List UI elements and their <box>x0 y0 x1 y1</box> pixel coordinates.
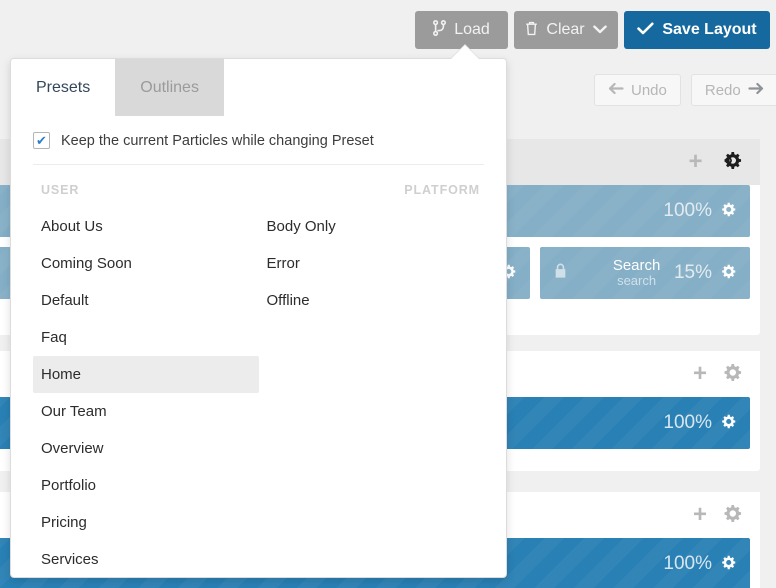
block-size-label: 100% <box>663 553 712 574</box>
presets-columns: USER About Us Coming Soon Default Faq Ho… <box>11 165 506 577</box>
keep-particles-label: Keep the current Particles while changin… <box>61 132 374 149</box>
tab-outlines-label: Outlines <box>140 78 199 96</box>
preset-item-label: Our Team <box>41 403 107 420</box>
presets-column-user: USER About Us Coming Soon Default Faq Ho… <box>33 165 259 577</box>
preset-item-error[interactable]: Error <box>259 245 485 282</box>
preset-item-pricing[interactable]: Pricing <box>33 504 259 541</box>
clear-button[interactable]: Clear <box>514 11 618 49</box>
block-label-group: Search search <box>613 257 661 289</box>
gear-icon[interactable] <box>723 363 742 386</box>
preset-item-overview[interactable]: Overview <box>33 430 259 467</box>
history-controls: Undo Redo <box>594 74 776 106</box>
gear-icon[interactable] <box>721 414 736 433</box>
preset-item-coming-soon[interactable]: Coming Soon <box>33 245 259 282</box>
block-controls: 15% <box>674 262 736 284</box>
preset-item-label: Body Only <box>266 218 336 235</box>
tab-presets[interactable]: Presets <box>11 59 116 116</box>
preset-item-offline[interactable]: Offline <box>259 282 485 319</box>
preset-item-label: Pricing <box>41 514 87 531</box>
redo-button[interactable]: Redo <box>690 74 776 106</box>
save-layout-button[interactable]: Save Layout <box>624 11 770 49</box>
arrow-right-icon <box>748 82 764 98</box>
section-header-icons: + <box>693 362 742 386</box>
plus-icon[interactable]: + <box>693 362 707 386</box>
preset-item-label: Offline <box>266 292 310 309</box>
preset-item-services[interactable]: Services <box>33 541 259 577</box>
preset-item-default[interactable]: Default <box>33 282 259 319</box>
block-controls: 100% <box>663 553 736 575</box>
plus-icon[interactable]: + <box>693 503 707 527</box>
lock-icon <box>554 263 567 284</box>
section-header-icons: + <box>689 150 742 174</box>
chevron-down-icon <box>592 22 607 38</box>
preset-item-label: Overview <box>41 440 104 457</box>
keep-particles-checkbox[interactable]: ✔ <box>33 132 50 149</box>
keep-particles-row[interactable]: ✔ Keep the current Particles while chang… <box>11 116 506 164</box>
column-heading-platform: PLATFORM <box>404 183 480 197</box>
block-size-label: 15% <box>673 262 712 283</box>
block-size-label: 100% <box>663 200 712 221</box>
presets-column-platform: PLATFORM Body Only Error Offline <box>259 165 485 577</box>
arrow-left-icon <box>608 82 624 98</box>
check-icon <box>637 22 654 39</box>
section-header-icons: + <box>693 503 742 527</box>
preset-item-label: Portfolio <box>41 477 97 494</box>
block-controls: 100% <box>663 412 736 434</box>
preset-item-label: About Us <box>41 218 103 235</box>
block-controls: 100% <box>663 200 736 222</box>
check-icon: ✔ <box>36 133 47 148</box>
undo-button[interactable]: Undo <box>594 74 681 106</box>
load-button-label: Load <box>454 21 490 38</box>
preset-item-our-team[interactable]: Our Team <box>33 393 259 430</box>
gear-icon[interactable] <box>721 202 736 221</box>
tab-outlines[interactable]: Outlines <box>115 59 224 116</box>
preset-item-body-only[interactable]: Body Only <box>259 208 485 245</box>
load-button[interactable]: Load <box>415 11 508 49</box>
code-branch-icon <box>433 19 447 40</box>
block-title: Search <box>612 256 661 274</box>
undo-button-label: Undo <box>631 81 667 99</box>
preset-item-about-us[interactable]: About Us <box>33 208 259 245</box>
save-layout-button-label: Save Layout <box>662 21 757 38</box>
preset-item-label: Services <box>41 551 99 568</box>
preset-item-label: Faq <box>41 329 67 346</box>
preset-item-label: Home <box>41 366 82 383</box>
block-subtitle: search <box>617 273 657 289</box>
clear-button-label: Clear <box>546 21 585 38</box>
layout-manager-screen: Load Clear Save Layout Undo Redo + 100% … <box>0 0 776 588</box>
gear-icon[interactable] <box>721 264 736 283</box>
preset-item-home[interactable]: Home <box>33 356 259 393</box>
popup-pointer-arrow <box>451 45 479 59</box>
tab-presets-label: Presets <box>36 78 91 96</box>
preset-item-faq[interactable]: Faq <box>33 319 259 356</box>
preset-item-label: Default <box>41 292 89 309</box>
trash-icon <box>525 21 538 40</box>
preset-item-portfolio[interactable]: Portfolio <box>33 467 259 504</box>
popup-tabs: Presets Outlines <box>11 59 506 116</box>
presets-popup: Presets Outlines ✔ Keep the current Part… <box>10 58 507 578</box>
layout-block-search[interactable]: Search search 15% <box>540 247 750 299</box>
redo-button-label: Redo <box>704 81 741 99</box>
block-size-label: 100% <box>663 412 712 433</box>
gear-icon[interactable] <box>719 151 742 174</box>
gear-icon[interactable] <box>723 504 742 527</box>
plus-icon[interactable]: + <box>689 150 703 174</box>
column-heading-user: USER <box>41 183 80 197</box>
preset-item-label: Coming Soon <box>41 255 132 272</box>
gear-icon[interactable] <box>721 555 736 574</box>
preset-item-label: Error <box>266 255 300 272</box>
